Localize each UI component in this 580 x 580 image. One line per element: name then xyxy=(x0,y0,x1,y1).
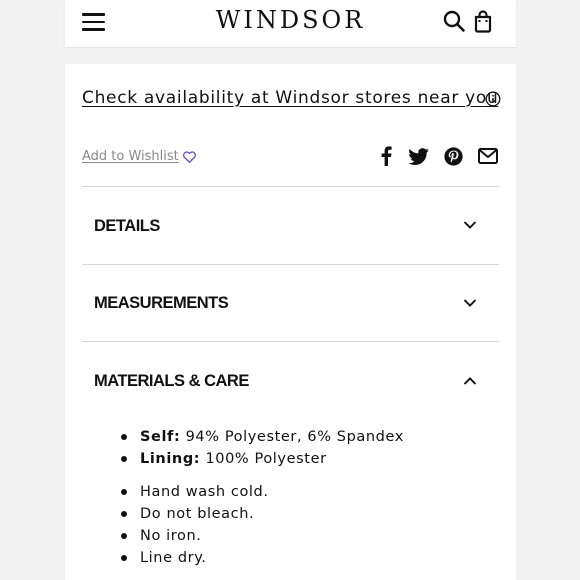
shopping-bag-icon[interactable] xyxy=(472,9,494,33)
heart-icon xyxy=(182,150,196,163)
materials-list: Self: 94% Polyester, 6% Spandex Lining: … xyxy=(121,426,404,470)
chevron-down-icon[interactable] xyxy=(463,298,477,308)
check-availability-link[interactable]: Check availability at Windsor stores nea… xyxy=(82,88,498,108)
list-item: Lining: 100% Polyester xyxy=(121,448,404,470)
list-item: No iron. xyxy=(121,525,269,547)
divider xyxy=(82,264,499,265)
chevron-down-icon[interactable] xyxy=(463,220,477,230)
accordion-measurements-title[interactable]: MEASUREMENTS xyxy=(94,294,229,313)
material-label: Self: xyxy=(140,429,181,445)
twitter-icon[interactable] xyxy=(409,148,429,165)
chevron-up-icon[interactable] xyxy=(463,376,477,386)
info-icon[interactable] xyxy=(485,91,501,107)
add-to-wishlist-button[interactable]: Add to Wishlist xyxy=(82,149,197,164)
accordion-materials-care-title[interactable]: MATERIALS & CARE xyxy=(94,372,249,391)
search-icon[interactable] xyxy=(442,9,466,33)
list-item: Self: 94% Polyester, 6% Spandex xyxy=(121,426,404,448)
list-item: Line dry. xyxy=(121,547,269,569)
divider xyxy=(82,186,499,187)
email-icon[interactable] xyxy=(478,148,498,164)
product-page: WINDSOR Check availability at Windsor st… xyxy=(65,0,516,580)
material-value: 100% Polyester xyxy=(205,451,327,467)
care-list: Hand wash cold. Do not bleach. No iron. … xyxy=(121,481,269,569)
material-value: 94% Polyester, 6% Spandex xyxy=(185,429,404,445)
accordion-details-title[interactable]: DETAILS xyxy=(94,217,160,236)
material-label: Lining: xyxy=(140,451,201,467)
wishlist-label: Add to Wishlist xyxy=(82,149,179,164)
site-header: WINDSOR xyxy=(65,0,516,48)
facebook-icon[interactable] xyxy=(379,146,393,166)
divider xyxy=(82,341,499,342)
pinterest-icon[interactable] xyxy=(444,147,463,166)
list-item: Hand wash cold. xyxy=(121,481,269,503)
header-gap xyxy=(65,49,516,64)
list-item: Do not bleach. xyxy=(121,503,269,525)
